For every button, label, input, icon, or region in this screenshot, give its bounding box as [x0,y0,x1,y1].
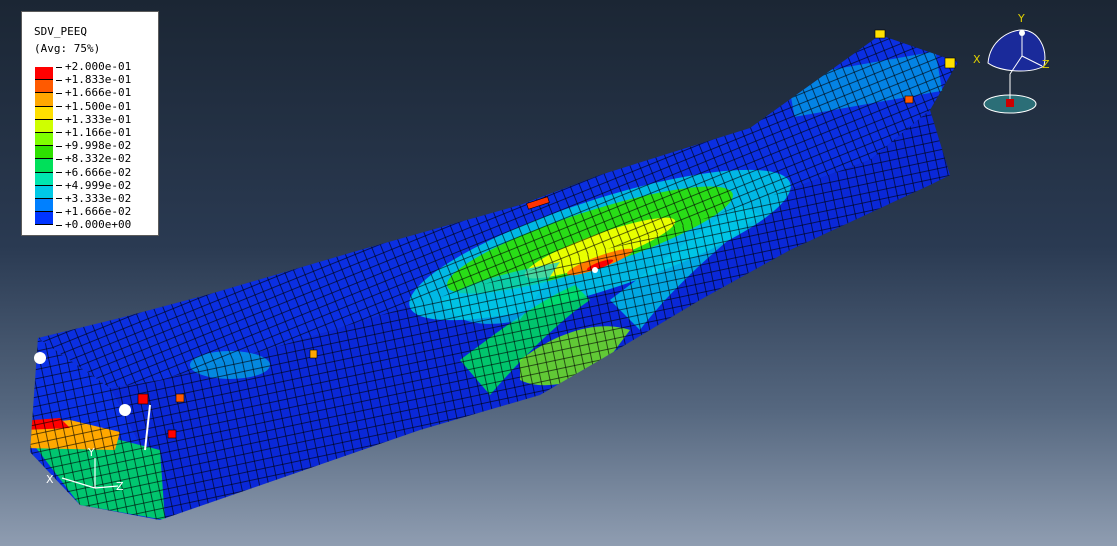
hotspot-element [167,429,177,439]
legend-value: +4.999e-02 [56,179,131,192]
hotspot-element [874,29,886,39]
legend-swatch [35,146,53,160]
model-viewport[interactable]: Y X Z Y X Z [0,0,1117,546]
global-axis-y: Y [1017,12,1025,25]
legend-swatch [35,67,53,81]
legend-value: +2.000e-01 [56,60,131,73]
legend-value: +1.500e-01 [56,100,131,113]
legend-swatch [35,80,53,94]
legend-value: +1.333e-01 [56,113,131,126]
support-marker [34,352,46,364]
legend-value: +1.166e-01 [56,126,131,139]
load-marker [592,267,598,273]
legend-swatch [35,132,53,147]
global-view-triad[interactable]: Y X Z [973,12,1050,114]
global-axis-z: Z [1042,58,1050,71]
legend-value: +1.666e-02 [56,205,131,218]
legend-swatch [35,198,53,213]
legend-swatch [35,185,53,199]
beam-mesh [30,29,958,520]
legend-value-list: +2.000e-01 +1.833e-01 +1.666e-01 +1.500e-01… [56,60,131,231]
legend-value: +1.666e-01 [56,86,131,99]
legend-title: SDV_PEEQ [34,25,87,38]
legend-color-bar [35,67,53,226]
global-axis-x: X [973,53,981,66]
legend-value: +9.998e-02 [56,139,131,152]
legend-value: +3.333e-02 [56,192,131,205]
legend-swatch [35,93,53,107]
hotspot-element [944,57,956,69]
triad-origin [1006,99,1014,107]
local-axis-x: X [46,473,54,486]
legend-subtitle: (Avg: 75%) [34,42,101,55]
legend-value: +1.833e-01 [56,73,131,86]
hotspot-element [904,95,914,104]
support-marker [119,404,131,416]
legend-value: +0.000e+00 [56,218,131,231]
legend-swatch [35,159,53,173]
contour-legend: SDV_PEEQ (Avg: 75%) +2.000e-01 +1.833e-01… [21,11,159,236]
legend-swatch [35,212,53,226]
local-axis-z: Z [116,480,124,493]
hotspot-element [137,393,149,405]
local-axis-y: Y [87,446,95,459]
hotspot-element [175,393,185,403]
legend-swatch [35,106,53,120]
legend-swatch [35,119,53,133]
hotspot-element [309,349,318,359]
legend-value: +8.332e-02 [56,152,131,165]
legend-value: +6.666e-02 [56,166,131,179]
legend-swatch [35,172,53,186]
